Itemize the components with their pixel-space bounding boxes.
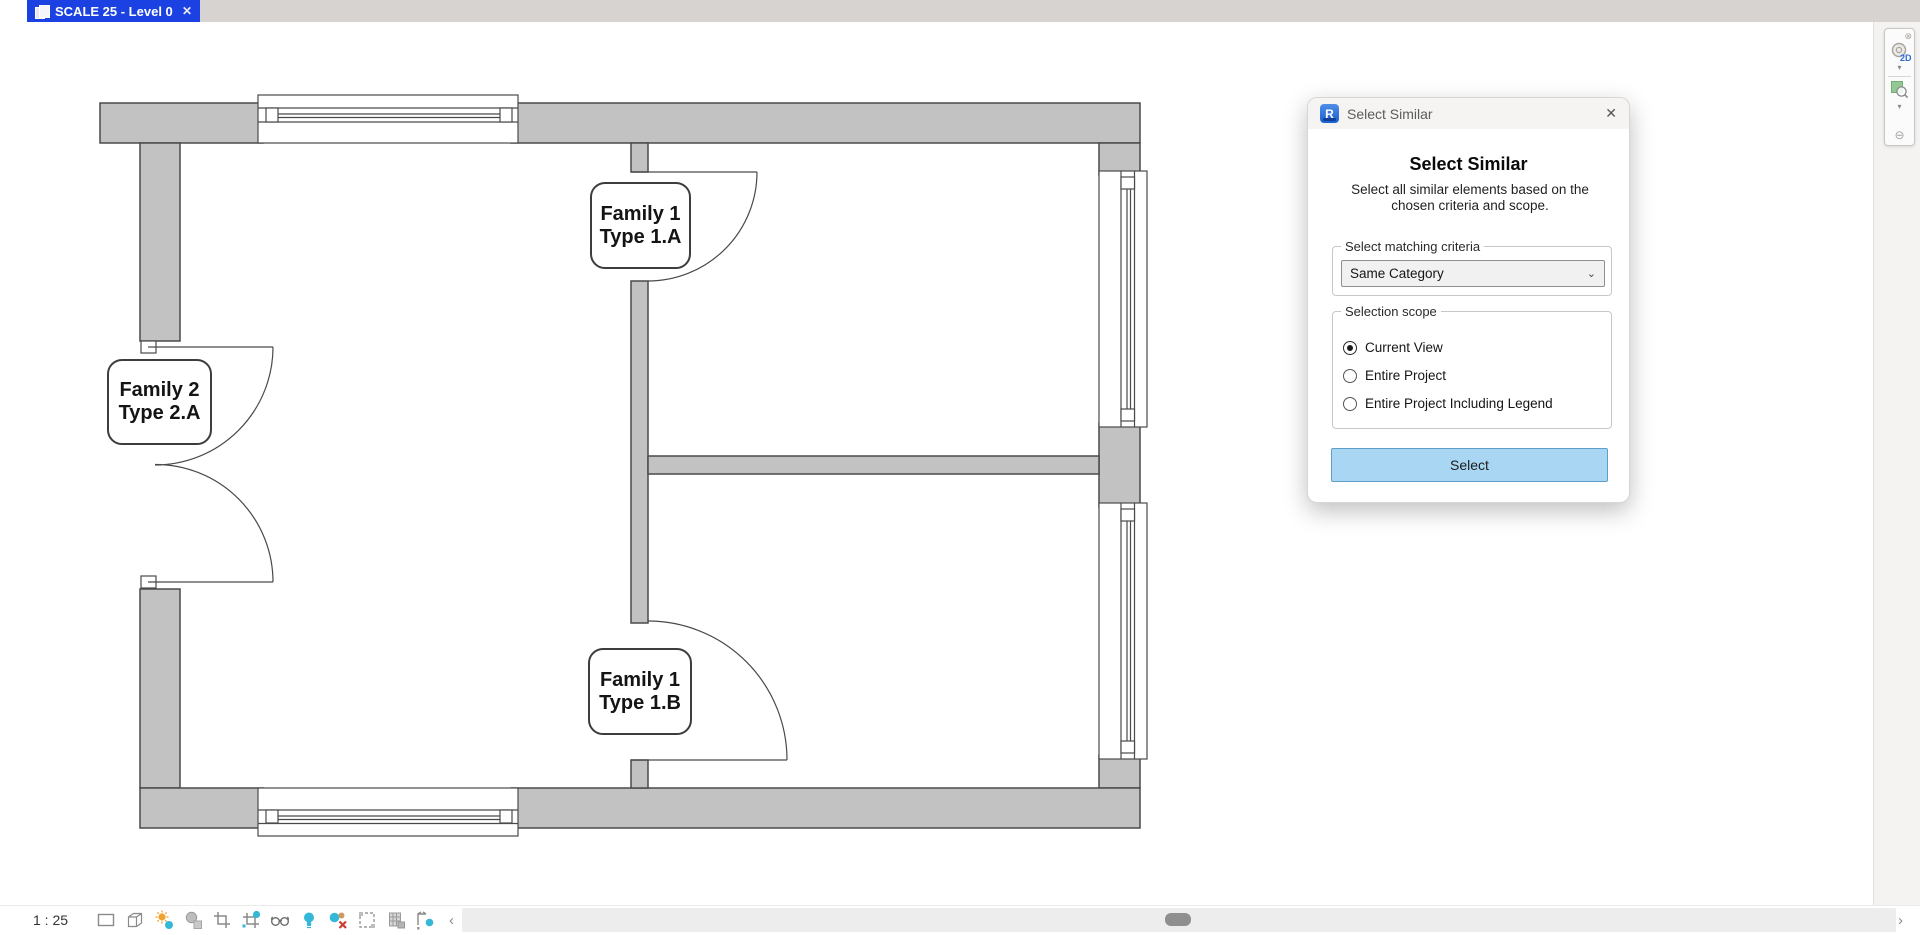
window-bottom[interactable] xyxy=(258,788,518,836)
worksharing-display-icon[interactable] xyxy=(327,909,349,931)
radio-entire-project[interactable]: Entire Project xyxy=(1343,368,1446,383)
wall[interactable] xyxy=(511,103,1140,143)
tag-line: Type 2.A xyxy=(119,402,201,425)
radio-current-view[interactable]: Current View xyxy=(1343,340,1443,355)
visual-scale-icon[interactable] xyxy=(95,909,117,931)
scrollbar-thumb[interactable] xyxy=(1165,913,1191,926)
interior-wall[interactable] xyxy=(648,456,1099,474)
dialog-close-icon[interactable]: ✕ xyxy=(1605,105,1617,122)
interior-wall[interactable] xyxy=(631,281,648,623)
window-right-upper[interactable] xyxy=(1099,171,1147,427)
wall[interactable] xyxy=(1099,755,1140,788)
radio-button-icon[interactable] xyxy=(1343,397,1357,411)
revit-app-icon: R xyxy=(1320,104,1339,123)
wall[interactable] xyxy=(1099,143,1140,175)
window-right-lower[interactable] xyxy=(1099,503,1147,759)
floor-plan xyxy=(0,0,1920,935)
revit-window: SCALE 25 - Level 0 ✕ xyxy=(0,0,1920,935)
interior-wall[interactable] xyxy=(631,143,648,172)
radio-label: Entire Project Including Legend xyxy=(1365,396,1553,411)
temporary-hide-isolate-icon[interactable] xyxy=(269,909,291,931)
matching-criteria-dropdown[interactable]: Same Category ⌄ xyxy=(1341,260,1605,287)
shadows-icon[interactable] xyxy=(182,909,204,931)
view-scale-button[interactable]: 1 : 25 xyxy=(33,912,68,928)
detail-level-icon[interactable] xyxy=(124,909,146,931)
navbar-divider xyxy=(1888,76,1911,77)
interior-wall[interactable] xyxy=(631,760,648,788)
tag-line: Family 2 xyxy=(119,379,199,402)
navigation-bar: ⊗ 2D ▾ ▾ ⊖ xyxy=(1884,28,1915,146)
wall[interactable] xyxy=(140,589,180,788)
displaced-elements-icon[interactable] xyxy=(385,909,407,931)
radio-entire-project-including-legend[interactable]: Entire Project Including Legend xyxy=(1343,396,1553,411)
temporary-view-properties-icon[interactable] xyxy=(356,909,378,931)
navbar-close-icon[interactable]: ⊗ xyxy=(1904,32,1912,41)
tag-line: Family 1 xyxy=(600,203,680,226)
radio-label: Entire Project xyxy=(1365,368,1446,383)
dialog-description: Select all similar elements based on the… xyxy=(1339,182,1601,213)
scope-group-label: Selection scope xyxy=(1341,304,1441,319)
navigation-wheel-2d-icon[interactable]: 2D xyxy=(1890,41,1910,61)
zoom-options-chevron-icon[interactable]: ▾ xyxy=(1897,102,1901,111)
dialog-heading: Select Similar xyxy=(1308,154,1629,175)
wall[interactable] xyxy=(1099,423,1140,507)
radio-label: Current View xyxy=(1365,340,1443,355)
door-tag-1a[interactable]: Family 1 Type 1.A xyxy=(590,182,691,269)
select-similar-dialog: R Select Similar ✕ Select Similar Select… xyxy=(1307,97,1630,503)
tag-line: Type 1.A xyxy=(600,226,682,249)
door-tag-1b[interactable]: Family 1 Type 1.B xyxy=(588,648,692,735)
chevron-down-icon: ⌄ xyxy=(1587,267,1596,280)
criteria-group-label: Select matching criteria xyxy=(1341,239,1484,254)
dialog-titlebar[interactable]: R Select Similar ✕ xyxy=(1308,98,1629,129)
tag-line: Family 1 xyxy=(600,669,680,692)
dropdown-value: Same Category xyxy=(1350,266,1444,281)
view-control-icons xyxy=(95,909,436,931)
radio-button-icon[interactable] xyxy=(1343,369,1357,383)
criteria-groupbox: Select matching criteria Same Category ⌄ xyxy=(1332,246,1612,296)
tag-line: Type 1.B xyxy=(599,692,681,715)
right-rail xyxy=(1873,22,1920,905)
dialog-title: Select Similar xyxy=(1347,106,1433,122)
scroll-right-icon[interactable]: › xyxy=(1898,908,1918,932)
collapse-view-bar-icon[interactable]: ‹ xyxy=(449,912,454,929)
sun-path-icon[interactable] xyxy=(153,909,175,931)
wheel-2d-badge: 2D xyxy=(1900,53,1912,63)
wall[interactable] xyxy=(511,788,1140,828)
window-top[interactable] xyxy=(258,95,518,143)
zoom-region-icon[interactable] xyxy=(1889,79,1910,100)
wall[interactable] xyxy=(140,143,180,341)
door-tag-2a[interactable]: Family 2 Type 2.A xyxy=(107,359,212,445)
radio-button-icon[interactable] xyxy=(1343,341,1357,355)
horizontal-scrollbar[interactable] xyxy=(462,908,1896,932)
crop-view-icon[interactable] xyxy=(211,909,233,931)
wall[interactable] xyxy=(100,103,263,143)
show-crop-region-icon[interactable] xyxy=(240,909,262,931)
select-button[interactable]: Select xyxy=(1331,448,1608,482)
scope-groupbox: Selection scope Current View Entire Proj… xyxy=(1332,311,1612,429)
wheel-options-chevron-icon[interactable]: ▾ xyxy=(1897,63,1901,72)
reveal-hidden-elements-icon[interactable] xyxy=(298,909,320,931)
pan-icon[interactable]: ⊖ xyxy=(1894,128,1904,142)
reveal-constraints-icon[interactable] xyxy=(414,909,436,931)
wall[interactable] xyxy=(140,788,263,828)
